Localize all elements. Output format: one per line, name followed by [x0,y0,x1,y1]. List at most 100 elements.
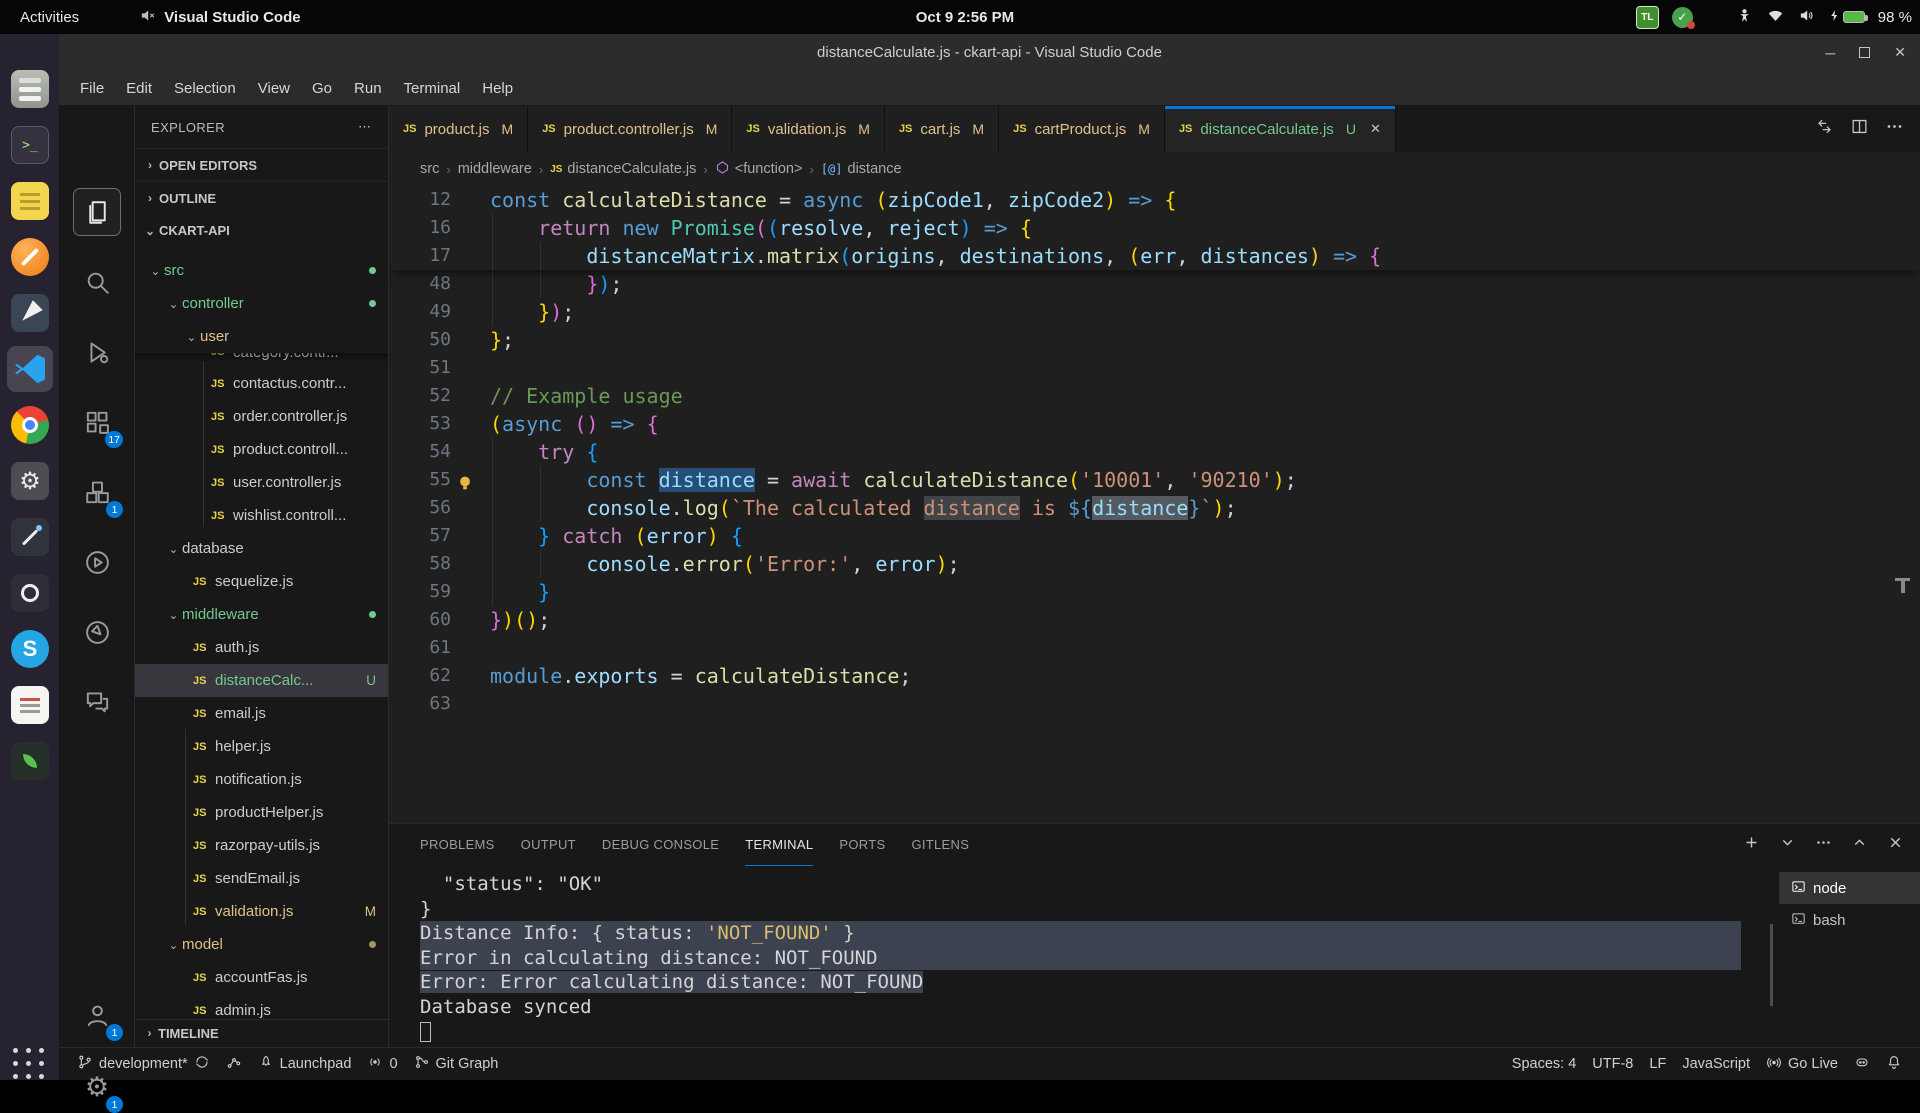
menu-view[interactable]: View [247,76,301,101]
maximize-panel-icon[interactable] [1851,834,1868,856]
explorer-more-actions-icon[interactable]: ⋯ [358,119,372,135]
tree-item-category-contr-[interactable]: JScategory.contr... [135,353,388,367]
tree-item-controller[interactable]: ⌄controller [135,287,388,320]
panel-more-actions-icon[interactable] [1815,834,1832,856]
activity-explorer-icon[interactable] [73,188,121,236]
tree-item-model[interactable]: ⌄model [135,928,388,961]
panel-tab-terminal[interactable]: TERMINAL [745,824,813,866]
breadcrumb-item[interactable]: middleware [458,161,532,177]
accessibility-icon[interactable] [1736,7,1753,28]
status-language-mode[interactable]: JavaScript [1674,1048,1758,1080]
volume-icon[interactable] [1798,7,1815,28]
status-git-graph[interactable]: Git Graph [406,1048,507,1080]
picker-app-icon[interactable] [7,514,53,560]
menu-terminal[interactable]: Terminal [393,76,472,101]
menu-file[interactable]: File [69,76,115,101]
section-outline[interactable]: › OUTLINE [135,181,388,214]
status-launchpad[interactable]: Launchpad [250,1048,360,1080]
menu-edit[interactable]: Edit [115,76,163,101]
section-project[interactable]: ⌄ CKART-API [135,214,388,247]
tree-item-src[interactable]: ⌄src [135,254,388,287]
tree-item-sendemail-js[interactable]: JSsendEmail.js [135,862,388,895]
tree-item-product-controll-[interactable]: JSproduct.controll... [135,433,388,466]
tree-item-contactus-contr-[interactable]: JScontactus.contr... [135,367,388,400]
menu-selection[interactable]: Selection [163,76,247,101]
focused-app-indicator[interactable]: Visual Studio Code [139,7,300,28]
tree-item-user-controller-js[interactable]: JSuser.controller.js [135,466,388,499]
terminal-dropdown-icon[interactable] [1779,834,1796,856]
panel-tab-problems[interactable]: PROBLEMS [420,824,495,866]
activity-play-circle-icon[interactable] [73,538,121,586]
tl-indicator-icon[interactable]: TL [1636,6,1659,29]
chrome-icon[interactable] [7,402,53,448]
open-changes-icon[interactable] [1815,117,1834,141]
activity-containers-icon[interactable]: 1 [73,468,121,516]
breadcrumb-item[interactable]: src [420,161,439,177]
activity-search-icon[interactable] [73,258,121,306]
tab-cartProduct.js[interactable]: JScartProduct.jsM [999,106,1165,152]
new-terminal-icon[interactable] [1743,834,1760,856]
activities-button[interactable]: Activities [0,9,99,26]
maximize-button[interactable] [1859,47,1870,58]
tree-item-user[interactable]: ⌄user [135,320,388,353]
tab-distanceCalculate.js[interactable]: JSdistanceCalculate.jsU✕ [1165,106,1396,152]
tree-item-distancecalc-[interactable]: JSdistanceCalc...U [135,664,388,697]
tab-cart.js[interactable]: JScart.jsM [885,106,999,152]
plant-app-icon[interactable] [7,738,53,784]
app-grid-icon[interactable] [13,1048,46,1081]
status-commit-graph[interactable] [218,1048,250,1080]
clock[interactable]: Oct 9 2:56 PM [916,9,1014,26]
status-notifications[interactable] [1878,1048,1910,1080]
tree-item-admin-js[interactable]: JSadmin.js [135,994,388,1019]
status-eol[interactable]: LF [1641,1048,1674,1080]
minimize-button[interactable]: ─ [1825,45,1835,61]
activity-comments-icon[interactable] [73,678,121,726]
tab-validation.js[interactable]: JSvalidation.jsM [732,106,885,152]
close-panel-icon[interactable] [1887,834,1904,856]
status-encoding[interactable]: UTF-8 [1584,1048,1641,1080]
paint-app-icon[interactable] [7,234,53,280]
activity-gitlens-icon[interactable] [73,608,121,656]
lightbulb-icon[interactable] [456,471,474,489]
breadcrumb-item[interactable]: [@]distance [821,161,902,177]
system-tray[interactable]: TL ✓ 98 % [1636,6,1912,29]
activity-extensions-icon[interactable]: 17 [73,398,121,446]
tree-item-middleware[interactable]: ⌄middleware [135,598,388,631]
tree-item-wishlist-controll-[interactable]: JSwishlist.controll... [135,499,388,532]
close-button[interactable]: ✕ [1894,44,1906,61]
breadcrumb-item[interactable]: <function> [715,160,803,179]
terminal-instance-bash[interactable]: bash [1779,904,1920,936]
menu-run[interactable]: Run [343,76,393,101]
activity-accounts-icon[interactable]: 1 [73,991,121,1039]
tree-item-order-controller-js[interactable]: JSorder.controller.js [135,400,388,433]
title-bar[interactable]: distanceCalculate.js - ckart-api - Visua… [59,34,1920,71]
tree-item-email-js[interactable]: JSemail.js [135,697,388,730]
section-timeline[interactable]: › TIMELINE [135,1019,388,1047]
tree-item-notification-js[interactable]: JSnotification.js [135,763,388,796]
tree-item-auth-js[interactable]: JSauth.js [135,631,388,664]
docs-app-icon[interactable] [7,682,53,728]
tab-product.controller.js[interactable]: JSproduct.controller.jsM [528,106,732,152]
skype-icon[interactable]: S [7,626,53,672]
activity-manage-icon[interactable]: ⚙1 [73,1063,121,1111]
editor-more-actions-icon[interactable] [1885,117,1904,141]
panel-tab-ports[interactable]: PORTS [839,824,885,866]
notes-app-icon[interactable] [7,178,53,224]
recorder-app-icon[interactable] [7,570,53,616]
breadcrumb-item[interactable]: JSdistanceCalculate.js [550,161,696,177]
tree-item-producthelper-js[interactable]: JSproductHelper.js [135,796,388,829]
status-indentation[interactable]: Spaces: 4 [1504,1048,1585,1080]
status-copilot[interactable] [1846,1048,1878,1080]
terminal-scrollbar[interactable] [1770,924,1773,1006]
tree-item-razorpay-utils-js[interactable]: JSrazorpay-utils.js [135,829,388,862]
battery-indicator[interactable] [1828,9,1865,26]
status-ports-forwarded[interactable]: 0 [359,1048,405,1080]
panel-tab-gitlens[interactable]: GITLENS [911,824,969,866]
terminal-instance-node[interactable]: node [1779,872,1920,904]
tree-item-sequelize-js[interactable]: JSsequelize.js [135,565,388,598]
code-editor[interactable]: 12const calculateDistance = async (zipCo… [389,186,1920,823]
tree-item-database[interactable]: ⌄database [135,532,388,565]
vscode-icon[interactable] [7,346,53,392]
close-tab-icon[interactable]: ✕ [1370,121,1381,137]
settings-app-icon[interactable]: ⚙ [7,458,53,504]
